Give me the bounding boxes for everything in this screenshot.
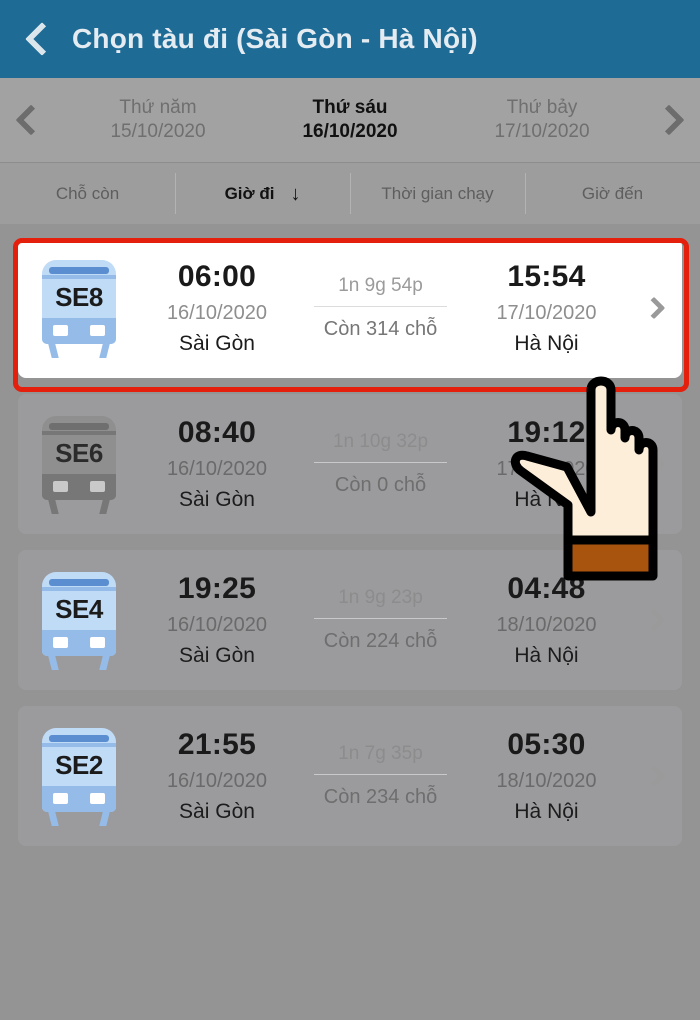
arrival-date: 18/10/2020 bbox=[496, 769, 597, 792]
sort-tab-departure[interactable]: Giờ đi ↓ bbox=[175, 163, 350, 224]
departure-time: 06:00 bbox=[177, 260, 257, 294]
departure-block: 19:25 16/10/2020 Sài Gòn bbox=[132, 569, 302, 670]
arrival-station: Hà Nội bbox=[514, 332, 579, 356]
sort-tab-label: Thời gian chạy bbox=[381, 183, 494, 203]
date-value: 17/10/2020 bbox=[494, 121, 590, 142]
date-value: 15/10/2020 bbox=[110, 121, 206, 142]
next-date-button[interactable] bbox=[638, 104, 700, 136]
arrival-block: 04:48 18/10/2020 Hà Nội bbox=[459, 569, 634, 670]
date-item-next[interactable]: Thứ bảy 17/10/2020 bbox=[494, 96, 589, 145]
arrival-time: 19:12 bbox=[507, 416, 586, 450]
page-title: Chọn tàu đi (Sài Gòn - Hà Nội) bbox=[72, 23, 478, 54]
date-weekday: Thứ năm bbox=[119, 96, 197, 118]
departure-station: Sài Gòn bbox=[179, 800, 255, 824]
chevron-left-icon bbox=[15, 104, 47, 136]
date-value: 16/10/2020 bbox=[302, 121, 398, 142]
arrival-date: 18/10/2020 bbox=[496, 613, 597, 636]
date-items: Thứ năm 15/10/2020 Thứ sáu 16/10/2020 Th… bbox=[62, 78, 638, 162]
train-icon: SE2 bbox=[32, 724, 126, 828]
date-weekday: Thứ sáu bbox=[312, 96, 388, 118]
train-code: SE8 bbox=[55, 282, 103, 312]
train-icon: SE8 bbox=[32, 256, 126, 360]
train-selection-screen: Chọn tàu đi (Sài Gòn - Hà Nội) Thứ năm 1… bbox=[0, 0, 700, 1020]
trip-info-block: 1n 9g 23p Còn 224 chỗ bbox=[302, 585, 459, 655]
sort-bar: Chỗ còn Giờ đi ↓ Thời gian chạy Giờ đến bbox=[0, 162, 700, 224]
chevron-left-icon[interactable] bbox=[24, 19, 50, 59]
row-chevron-right-icon[interactable] bbox=[634, 764, 674, 788]
trip-info-block: 1n 10g 32p Còn 0 chỗ bbox=[302, 429, 459, 499]
row-chevron-right-icon[interactable] bbox=[634, 452, 674, 476]
arrival-station: Hà Nội bbox=[514, 644, 579, 668]
train-icon: SE4 bbox=[32, 568, 126, 672]
sort-tab-duration[interactable]: Thời gian chạy bbox=[350, 163, 525, 224]
departure-block: 08:40 16/10/2020 Sài Gòn bbox=[132, 413, 302, 514]
arrival-date: 17/10/2020 bbox=[496, 301, 597, 324]
train-row-se8[interactable]: SE8 06:00 16/10/2020 Sài Gòn 1n 9g 54p C… bbox=[18, 238, 682, 378]
arrival-date: 17/10/2020 bbox=[496, 457, 597, 480]
arrival-station: Hà Nội bbox=[514, 488, 579, 512]
sort-tab-label: Giờ đến bbox=[581, 183, 644, 203]
arrival-time: 04:48 bbox=[507, 572, 586, 606]
trip-duration: 1n 9g 23p bbox=[338, 586, 423, 608]
departure-block: 06:00 16/10/2020 Sài Gòn bbox=[132, 257, 302, 358]
departure-station: Sài Gòn bbox=[179, 644, 255, 668]
prev-date-button[interactable] bbox=[0, 104, 62, 136]
departure-block: 21:55 16/10/2020 Sài Gòn bbox=[132, 725, 302, 826]
departure-date: 16/10/2020 bbox=[166, 457, 268, 480]
sort-arrow-down-icon: ↓ bbox=[290, 182, 301, 205]
trip-duration: 1n 7g 35p bbox=[338, 742, 423, 764]
app-header: Chọn tàu đi (Sài Gòn - Hà Nội) bbox=[0, 0, 700, 78]
arrival-station: Hà Nội bbox=[514, 800, 579, 824]
train-icon: SE6 bbox=[32, 412, 126, 516]
available-seats: Còn 0 chỗ bbox=[334, 474, 427, 497]
arrival-time: 15:54 bbox=[507, 260, 586, 294]
date-item-prev[interactable]: Thứ năm 15/10/2020 bbox=[110, 96, 205, 145]
departure-date: 16/10/2020 bbox=[166, 301, 268, 324]
available-seats: Còn 234 chỗ bbox=[323, 786, 438, 809]
train-list: SE8 06:00 16/10/2020 Sài Gòn 1n 9g 54p C… bbox=[0, 224, 700, 846]
trip-duration: 1n 9g 54p bbox=[338, 274, 423, 296]
train-row-se6[interactable]: SE6 08:40 16/10/2020 Sài Gòn 1n 10g 32p … bbox=[18, 394, 682, 534]
trip-duration: 1n 10g 32p bbox=[332, 430, 429, 452]
row-chevron-right-icon[interactable] bbox=[634, 608, 674, 632]
date-weekday: Thứ bảy bbox=[506, 96, 578, 118]
date-selector-bar: Thứ năm 15/10/2020 Thứ sáu 16/10/2020 Th… bbox=[0, 78, 700, 162]
row-chevron-right-icon[interactable] bbox=[634, 296, 674, 320]
trip-info-block: 1n 7g 35p Còn 234 chỗ bbox=[302, 741, 459, 811]
departure-date: 16/10/2020 bbox=[166, 769, 268, 792]
train-code: SE6 bbox=[55, 438, 103, 468]
available-seats: Còn 224 chỗ bbox=[323, 630, 438, 653]
sort-tab-seats[interactable]: Chỗ còn bbox=[0, 163, 175, 224]
arrival-block: 05:30 18/10/2020 Hà Nội bbox=[459, 725, 634, 826]
departure-time: 21:55 bbox=[177, 728, 257, 762]
sort-tab-label: Giờ đi bbox=[224, 183, 275, 203]
sort-tab-arrival[interactable]: Giờ đến bbox=[525, 163, 700, 224]
departure-time: 08:40 bbox=[177, 416, 257, 450]
trip-info-block: 1n 9g 54p Còn 314 chỗ bbox=[302, 273, 459, 343]
train-code: SE2 bbox=[55, 750, 103, 780]
arrival-block: 15:54 17/10/2020 Hà Nội bbox=[459, 257, 634, 358]
departure-date: 16/10/2020 bbox=[166, 613, 268, 636]
departure-station: Sài Gòn bbox=[179, 332, 255, 356]
train-code: SE4 bbox=[55, 594, 103, 624]
departure-time: 19:25 bbox=[177, 572, 257, 606]
chevron-right-icon bbox=[653, 104, 685, 136]
departure-station: Sài Gòn bbox=[179, 488, 255, 512]
train-row-se2[interactable]: SE2 21:55 16/10/2020 Sài Gòn 1n 7g 35p C… bbox=[18, 706, 682, 846]
arrival-time: 05:30 bbox=[507, 728, 586, 762]
available-seats: Còn 314 chỗ bbox=[323, 318, 438, 341]
sort-tab-label: Chỗ còn bbox=[55, 183, 120, 203]
train-row-se4[interactable]: SE4 19:25 16/10/2020 Sài Gòn 1n 9g 23p C… bbox=[18, 550, 682, 690]
arrival-block: 19:12 17/10/2020 Hà Nội bbox=[459, 413, 634, 514]
date-item-selected[interactable]: Thứ sáu 16/10/2020 bbox=[302, 96, 397, 145]
